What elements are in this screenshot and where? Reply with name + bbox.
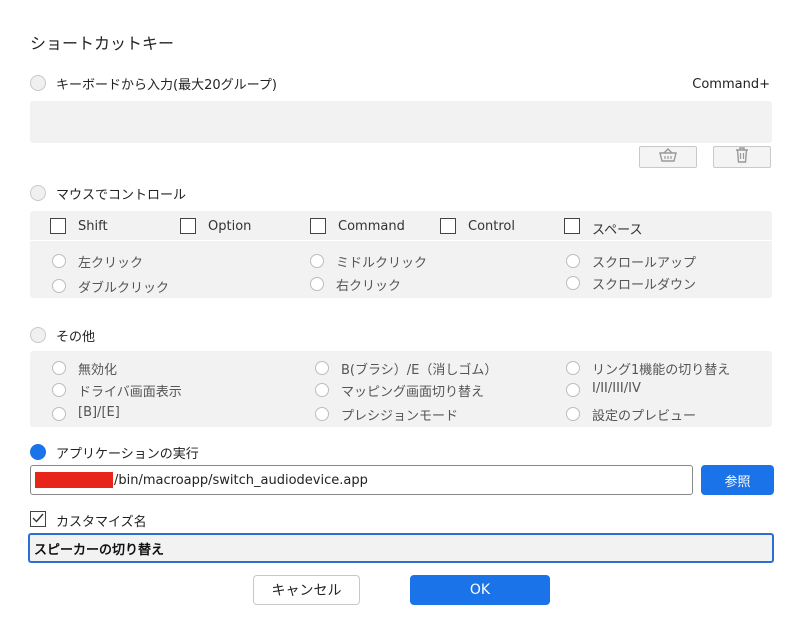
keyboard-label: キーボードから入力(最大20グループ) bbox=[56, 78, 277, 93]
roman-numerals-radio[interactable] bbox=[566, 383, 580, 397]
option-label: Option bbox=[208, 219, 252, 234]
right-click-label: 右クリック bbox=[336, 279, 402, 294]
custom-name-label: カスタマイズ名 bbox=[56, 515, 147, 530]
dialog-title: ショートカットキー bbox=[30, 34, 175, 53]
browse-button[interactable]: 参照 bbox=[701, 465, 774, 495]
basket-icon bbox=[659, 148, 677, 166]
modifier-hint: Command+ bbox=[692, 77, 770, 92]
settings-preview-label: 設定のプレビュー bbox=[592, 409, 697, 424]
space-label: スペース bbox=[592, 223, 643, 238]
b-e-label: [B]/[E] bbox=[78, 405, 120, 420]
right-click-radio[interactable] bbox=[310, 277, 324, 291]
scroll-up-label: スクロールアップ bbox=[592, 256, 697, 271]
shift-label: Shift bbox=[78, 219, 108, 234]
ring-function-label: リング1機能の切り替え bbox=[592, 363, 731, 378]
left-click-radio[interactable] bbox=[52, 254, 66, 268]
option-checkbox[interactable] bbox=[180, 218, 196, 234]
custom-name-checkbox[interactable] bbox=[30, 511, 46, 527]
checkmark-icon bbox=[32, 512, 44, 527]
driver-display-label: ドライバ画面表示 bbox=[78, 385, 182, 400]
app-path-text: /bin/macroapp/switch_audiodevice.app bbox=[114, 472, 368, 488]
app-exec-radio[interactable] bbox=[30, 444, 46, 460]
brush-eraser-radio[interactable] bbox=[315, 361, 329, 375]
command-label: Command bbox=[338, 219, 405, 234]
command-checkbox[interactable] bbox=[310, 218, 326, 234]
cancel-button[interactable]: キャンセル bbox=[253, 575, 360, 605]
brush-eraser-label: B(ブラシ）/E（消しゴム） bbox=[341, 363, 498, 378]
mapping-switch-label: マッピング画面切り替え bbox=[341, 385, 485, 400]
trash-icon bbox=[735, 147, 749, 167]
disable-label: 無効化 bbox=[78, 363, 118, 378]
driver-display-radio[interactable] bbox=[52, 383, 66, 397]
shift-checkbox[interactable] bbox=[50, 218, 66, 234]
delete-key-button[interactable] bbox=[713, 146, 771, 168]
mouse-panel-divider bbox=[30, 240, 772, 241]
custom-name-input[interactable]: スピーカーの切り替え bbox=[28, 533, 774, 563]
other-label: その他 bbox=[56, 330, 96, 345]
roman-numerals-label: I/II/III/IV bbox=[592, 381, 641, 396]
redacted-path-segment bbox=[35, 472, 113, 488]
scroll-down-radio[interactable] bbox=[566, 276, 580, 290]
disable-radio[interactable] bbox=[52, 361, 66, 375]
scroll-down-label: スクロールダウン bbox=[592, 278, 697, 293]
scroll-up-radio[interactable] bbox=[566, 254, 580, 268]
left-click-label: 左クリック bbox=[78, 256, 144, 271]
mouse-label: マウスでコントロール bbox=[56, 188, 187, 203]
precision-mode-radio[interactable] bbox=[315, 407, 329, 421]
double-click-radio[interactable] bbox=[52, 279, 66, 293]
keyboard-input-area[interactable] bbox=[30, 101, 772, 143]
double-click-label: ダブルクリック bbox=[78, 281, 170, 296]
mapping-switch-radio[interactable] bbox=[315, 383, 329, 397]
space-checkbox[interactable] bbox=[564, 218, 580, 234]
control-label: Control bbox=[468, 219, 515, 234]
ok-button[interactable]: OK bbox=[410, 575, 550, 605]
control-checkbox[interactable] bbox=[440, 218, 456, 234]
middle-click-label: ミドルクリック bbox=[336, 256, 428, 271]
ring-function-radio[interactable] bbox=[566, 361, 580, 375]
app-exec-label: アプリケーションの実行 bbox=[56, 447, 199, 462]
other-radio[interactable] bbox=[30, 327, 46, 343]
mouse-radio[interactable] bbox=[30, 185, 46, 201]
add-key-button[interactable] bbox=[639, 146, 697, 168]
app-path-input[interactable]: /bin/macroapp/switch_audiodevice.app bbox=[30, 465, 693, 495]
b-e-radio[interactable] bbox=[52, 407, 66, 421]
settings-preview-radio[interactable] bbox=[566, 407, 580, 421]
keyboard-radio[interactable] bbox=[30, 75, 46, 91]
precision-mode-label: プレシジョンモード bbox=[341, 409, 459, 424]
middle-click-radio[interactable] bbox=[310, 254, 324, 268]
